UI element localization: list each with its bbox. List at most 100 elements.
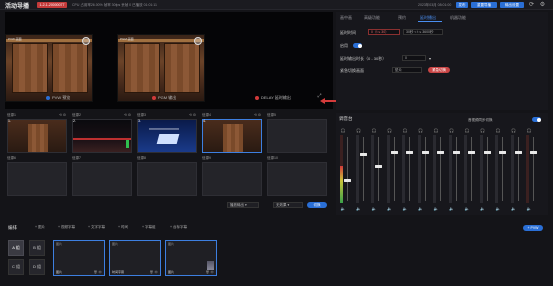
delay-time-input[interactable]: 0（t ≤ 30） — [368, 29, 400, 35]
source-tools-icon[interactable]: ⟲ ⚙ — [124, 113, 131, 117]
source-label: 信源8 — [137, 156, 146, 160]
source-number: 4. — [203, 119, 206, 123]
enable-toggle[interactable] — [353, 43, 362, 48]
publish-button[interactable]: 发布 — [456, 2, 468, 8]
headphone-icon[interactable]: 🎧 — [340, 128, 346, 133]
reset-button[interactable]: 重置导播 — [471, 2, 497, 8]
mute-icon[interactable]: 🔈 — [433, 206, 439, 211]
source-tile-10[interactable]: 信源10 — [267, 156, 327, 196]
fader-knob[interactable] — [483, 150, 491, 154]
headphone-icon[interactable]: 🎧 — [464, 128, 470, 133]
add-time-button[interactable]: + 时间 — [118, 225, 128, 230]
mute-icon[interactable]: 🔈 — [418, 206, 424, 211]
fader-knob[interactable] — [437, 150, 444, 154]
add-caption-group-button[interactable]: + 字幕组 — [142, 225, 156, 230]
source-tile-3[interactable]: 信源3 ⟲ ⚙ XXXXXXXXXXXXXXX 3. — [137, 113, 197, 153]
headphone-icon[interactable]: 🎧 — [402, 128, 408, 133]
switch-button[interactable]: 切换 — [307, 202, 327, 208]
av-sync-toggle[interactable] — [532, 117, 541, 122]
headphone-icon[interactable]: 🎧 — [526, 128, 532, 133]
source-tools-icon[interactable]: ⟲ ⚙ — [254, 113, 261, 117]
headphone-icon[interactable]: 🎧 — [356, 128, 362, 133]
fader-knob[interactable] — [390, 150, 398, 154]
group-b-button[interactable]: B 组 — [29, 240, 45, 256]
tab-schedule[interactable]: 预约 — [398, 15, 406, 21]
group-c-button[interactable]: C 组 — [8, 259, 24, 275]
fader-knob[interactable] — [406, 150, 413, 154]
headphone-icon[interactable]: 🎧 — [511, 128, 517, 133]
headphone-icon[interactable]: 🎧 — [433, 128, 439, 133]
add-pvw-button[interactable]: + PVW — [523, 225, 543, 231]
headphone-icon[interactable]: 🎧 — [371, 128, 377, 133]
fader-knob[interactable] — [375, 164, 382, 168]
headphone-icon[interactable]: 🎧 — [480, 128, 486, 133]
fader-knob[interactable] — [530, 150, 537, 154]
mute-icon[interactable]: 🔈 — [449, 206, 455, 211]
cue-type: 图片 — [56, 242, 63, 246]
source-tools-icon[interactable]: ⟲ ⚙ — [59, 113, 66, 117]
fader-knob[interactable] — [468, 150, 475, 154]
headphone-icon[interactable]: 🎧 — [387, 128, 393, 133]
mute-icon[interactable]: 🔈 — [371, 206, 377, 211]
cue-actions-icon[interactable]: 🗑 ⚙ — [206, 270, 214, 274]
cue-actions-icon[interactable]: 🗑 ⚙ — [94, 270, 102, 274]
pvw-dot-icon — [46, 96, 50, 100]
source-tile-8[interactable]: 信源8 — [137, 156, 197, 196]
fader-knob[interactable] — [421, 150, 429, 154]
pvw-monitor[interactable]: PVW 画面 — [5, 34, 93, 102]
mute-icon[interactable]: 🔈 — [340, 206, 346, 211]
mute-icon[interactable]: 🔈 — [526, 206, 532, 211]
cue-name: 图片 — [56, 270, 63, 274]
cue-card-2[interactable]: 图片 时间字幕 🗑 ⚙ — [109, 240, 161, 276]
tab-machine[interactable]: 机器功能 — [450, 15, 466, 21]
source-tile-7[interactable]: 信源7 — [72, 156, 132, 196]
effect-dropdown[interactable]: 无效果 ▾ — [273, 202, 303, 208]
source-tile-1[interactable]: 信源1 ⟲ ⚙ 1. — [7, 113, 67, 153]
group-d-button[interactable]: D 组 — [29, 259, 45, 275]
add-logo-caption-button[interactable]: + 台标字幕 — [170, 225, 187, 230]
headphone-icon[interactable]: 🎧 — [449, 128, 455, 133]
output-dropdown[interactable]: 播放输出 ▾ — [227, 202, 259, 208]
delay-output-input[interactable]: 0 — [402, 55, 426, 61]
cue-card-1[interactable]: 图片 图片 🗑 ⚙ — [53, 240, 105, 276]
emergency-select[interactable]: 垫片 — [392, 67, 422, 73]
source-tile-5[interactable]: 信源5 — [267, 113, 327, 153]
delay-label-text: DELAY 延时输出 — [261, 95, 291, 100]
mute-icon[interactable]: 🔈 — [402, 206, 408, 211]
seconds-chevron-icon[interactable]: ▾ — [429, 56, 431, 61]
mute-icon[interactable]: 🔈 — [480, 206, 486, 211]
source-tile-9[interactable]: 信源9 — [202, 156, 262, 196]
source-tile-6[interactable]: 信源6 — [7, 156, 67, 196]
mute-icon[interactable]: 🔈 — [511, 206, 517, 211]
pgm-monitor[interactable]: PGM 画面 — [117, 34, 205, 102]
refresh-icon[interactable]: ⟳ — [528, 2, 535, 9]
fader-knob[interactable] — [452, 150, 460, 154]
tab-advanced[interactable]: 高级功能 — [364, 15, 380, 21]
add-image-button[interactable]: + 图片 — [35, 225, 45, 230]
group-a-button[interactable]: A 组 — [8, 240, 24, 256]
cue-card-3[interactable]: 图片 图片 🗑 ⚙ — [165, 240, 217, 276]
fader-knob[interactable] — [514, 150, 522, 154]
add-video-caption-button[interactable]: + 视频字幕 — [58, 225, 75, 230]
cue-type: 图片 — [168, 242, 175, 246]
add-text-caption-button[interactable]: + 文字字幕 — [88, 225, 105, 230]
emergency-switch-button[interactable]: 紧急切换 — [428, 67, 450, 73]
output-settings-button[interactable]: 输出设置 — [500, 2, 524, 8]
fader-knob[interactable] — [359, 152, 367, 156]
tab-pip[interactable]: 画中画 — [340, 15, 352, 21]
fader-knob[interactable] — [499, 150, 506, 154]
delay-time-input-2[interactable]: 30秒 < t ≤ 3600秒 — [403, 29, 443, 35]
mute-icon[interactable]: 🔈 — [387, 206, 393, 211]
fader-knob[interactable] — [344, 179, 351, 183]
source-tile-4[interactable]: 信源4 ⟲ ⚙ 4. — [202, 113, 262, 153]
source-tools-icon[interactable]: ⟲ ⚙ — [189, 113, 196, 117]
mute-icon[interactable]: 🔈 — [464, 206, 470, 211]
gear-icon[interactable]: ⚙ — [539, 2, 546, 9]
level-meter — [402, 135, 405, 203]
mute-icon[interactable]: 🔈 — [356, 206, 362, 211]
headphone-icon[interactable]: 🎧 — [495, 128, 501, 133]
cue-actions-icon[interactable]: 🗑 ⚙ — [150, 270, 158, 274]
mute-icon[interactable]: 🔈 — [495, 206, 501, 211]
source-tile-2[interactable]: 信源2 ⟲ ⚙ 2. — [72, 113, 132, 153]
headphone-icon[interactable]: 🎧 — [418, 128, 424, 133]
